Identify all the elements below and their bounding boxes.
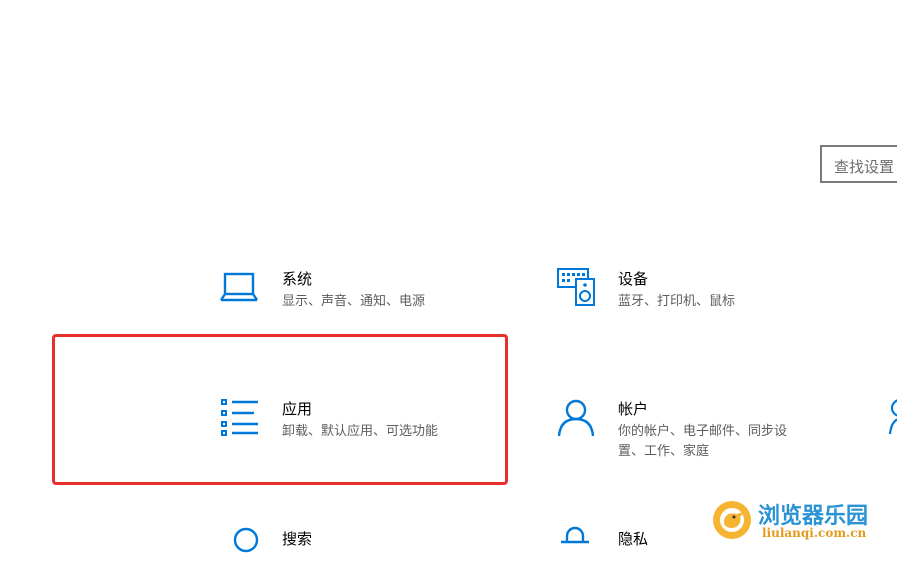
- partial-person-icon: [888, 399, 897, 435]
- tile-accounts-desc-line2: 置、工作、家庭: [618, 444, 710, 459]
- watermark: 浏览器乐园 liulanqi.com.cn: [710, 496, 890, 544]
- tile-system-desc: 显示、声音、通知、电源: [282, 294, 426, 309]
- tile-system[interactable]: 系统 显示、声音、通知、电源: [220, 268, 480, 318]
- keyboard-speaker-icon: [557, 268, 595, 306]
- highlight-box: [52, 334, 508, 485]
- search-placeholder: 查找设置: [834, 158, 895, 176]
- tile-accounts-desc: 你的帐户、电子邮件、同步设 置、工作、家庭: [618, 422, 787, 462]
- duck-logo-icon: [713, 501, 751, 539]
- tile-devices-desc: 蓝牙、打印机、鼠标: [618, 294, 736, 309]
- tile-accounts[interactable]: 帐户 你的帐户、电子邮件、同步设 置、工作、家庭: [556, 398, 836, 464]
- tile-system-title: 系统: [282, 270, 313, 288]
- tile-devices[interactable]: 设备 蓝牙、打印机、鼠标: [556, 268, 816, 318]
- search-input[interactable]: 查找设置: [820, 145, 897, 183]
- search-icon: [233, 527, 259, 553]
- lock-icon: [561, 526, 589, 544]
- tile-search[interactable]: 搜索: [220, 526, 480, 553]
- laptop-icon: [220, 272, 258, 302]
- tile-accounts-title: 帐户: [618, 400, 649, 418]
- tile-devices-title: 设备: [618, 270, 649, 288]
- person-icon: [557, 399, 595, 437]
- watermark-subtext: liulanqi.com.cn: [762, 526, 867, 540]
- tile-accounts-desc-line1: 你的帐户、电子邮件、同步设: [618, 424, 788, 439]
